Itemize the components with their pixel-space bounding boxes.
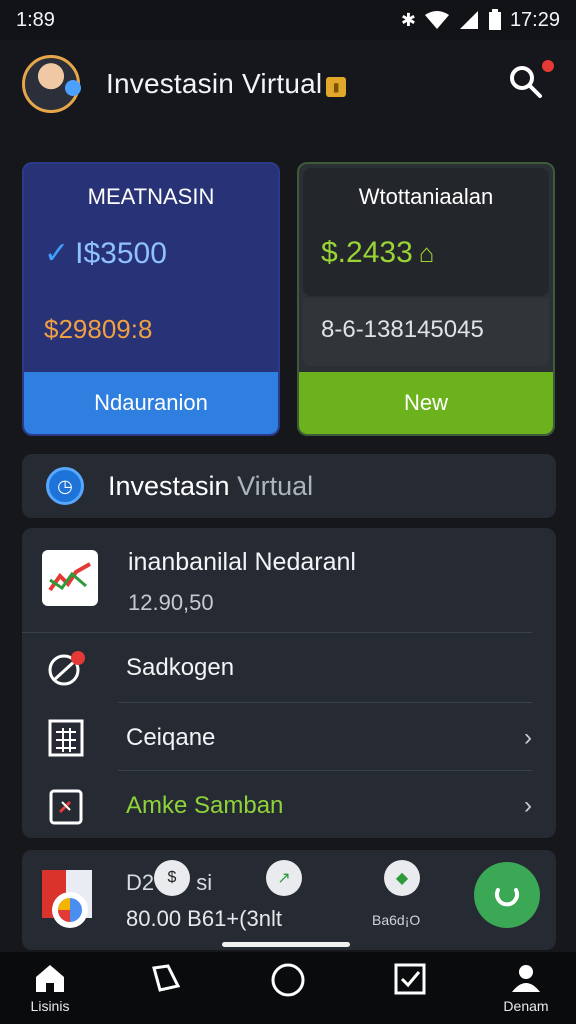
chevron-right-icon: › — [524, 724, 532, 751]
list-item-label: Ceiqane — [126, 724, 216, 751]
bluetooth-icon: ✱ — [400, 9, 416, 30]
card-subvalue: $29809:8 — [44, 314, 153, 344]
nav-item-tag[interactable] — [126, 962, 206, 1018]
notification-dot — [542, 60, 554, 72]
search-icon — [510, 66, 542, 98]
card-left-button[interactable]: Ndauranion — [24, 372, 278, 434]
card-value-text: I$3500 — [75, 237, 167, 270]
new-button[interactable]: New — [299, 372, 553, 434]
card-value: ✓ I$3500 — [44, 236, 167, 271]
list-item-sadkogen[interactable]: Sadkogen — [22, 634, 556, 702]
card-label: MEATNASIN — [87, 184, 215, 209]
tag-icon — [152, 964, 181, 992]
leaf-icon[interactable]: ◆ — [384, 860, 420, 896]
avatar[interactable] — [22, 55, 81, 113]
signal-icon — [459, 11, 478, 29]
list-item-ceiqane[interactable]: Ceiqane › — [22, 704, 556, 772]
card-subvalue: 8-6-138145045 — [321, 316, 484, 343]
card-value: $.2433 ⌂ — [321, 236, 434, 270]
document-icon — [46, 786, 86, 826]
investment-card-left: MEATNASIN ✓ I$3500 $29809:8 Ndauranion — [22, 162, 280, 436]
banner-title-muted: Virtual — [237, 470, 314, 501]
tag-edit-icon — [46, 648, 86, 688]
app-header: Investasin Virtual ▮ — [0, 40, 576, 128]
list-item-chart[interactable]: inanbanilal Nedaranl 12.90,50 — [22, 528, 556, 632]
bottom-card-caption: Ba6d¡O — [372, 912, 421, 928]
section-banner[interactable]: ◷ Investasin Virtual — [22, 454, 556, 518]
bottom-nav: Lisinis Denam — [0, 952, 576, 1024]
check-icon: ✓ — [44, 237, 70, 270]
card-value-text: $.2433 — [321, 236, 413, 269]
list-item-title: inanbanilal Nedaranl — [128, 548, 356, 576]
banner-title-main: Investasin — [108, 470, 230, 501]
search-button[interactable] — [508, 60, 554, 104]
dollar-icon[interactable]: $ — [154, 860, 190, 896]
menu-list: inanbanilal Nedaranl 12.90,50 Sadkogen C… — [22, 528, 556, 838]
bottom-card-title-prefix: D2 — [126, 870, 155, 895]
checkbox-icon — [394, 963, 426, 995]
status-bar: 1:89 ✱ 17:29 — [0, 0, 576, 40]
circle-icon — [271, 963, 305, 997]
divider — [118, 702, 532, 703]
nav-label: Lisinis — [30, 998, 70, 1014]
nav-item-checkbox[interactable] — [370, 962, 450, 1018]
home-icon: ⌂ — [418, 238, 435, 268]
refresh-fab[interactable] — [474, 862, 540, 928]
chevron-right-icon: › — [524, 792, 532, 819]
home-icon — [36, 965, 64, 992]
list-item-label: Sadkogen — [126, 654, 235, 681]
nav-item-home[interactable]: Lisinis — [10, 962, 90, 1018]
page-title: Investasin Virtual ▮ — [106, 68, 347, 100]
list-item-label: Amke Samban — [126, 792, 284, 819]
lock-icon: ▮ — [326, 77, 347, 97]
banner-title: Investasin Virtual — [108, 471, 313, 502]
refresh-icon — [495, 888, 519, 907]
nav-item-circle[interactable] — [248, 962, 328, 1018]
nav-label: Denam — [503, 998, 549, 1014]
home-indicator — [222, 942, 350, 947]
bottom-card: D2 si $ 80.00 B61+(3nlt ↗ ◆ Ba6d¡O — [22, 850, 556, 950]
bottom-card-title-suffix: si — [196, 870, 213, 895]
list-item-value: 12.90,50 — [128, 590, 214, 615]
page-title-text: Investasin Virtual — [106, 68, 323, 99]
calculator-icon — [46, 718, 86, 758]
list-item-amke-samban[interactable]: Amke Samban › — [22, 772, 556, 840]
battery-icon — [488, 9, 501, 30]
investment-card-right: Wtottaniaalan $.2433 ⌂ 8-6-138145045 New — [297, 162, 555, 436]
app-thumbnail[interactable] — [40, 868, 96, 932]
clock-icon: ◷ — [46, 467, 84, 505]
status-icons: ✱ 17:29 — [401, 9, 560, 32]
status-time-left: 1:89 — [16, 8, 55, 31]
divider — [22, 632, 532, 633]
card-label: Wtottaniaalan — [358, 184, 494, 209]
status-time-right: 17:29 — [509, 8, 560, 31]
nav-item-profile[interactable]: Denam — [486, 962, 566, 1018]
main-content: MEATNASIN ✓ I$3500 $29809:8 Ndauranion Wt… — [0, 128, 576, 952]
bottom-card-value: 80.00 B61+(3nlt — [126, 906, 282, 931]
trend-arrow-icon[interactable]: ↗ — [266, 860, 302, 896]
user-icon — [512, 965, 540, 992]
divider — [118, 770, 532, 771]
wifi-icon — [424, 11, 449, 29]
chart-icon — [42, 550, 98, 606]
